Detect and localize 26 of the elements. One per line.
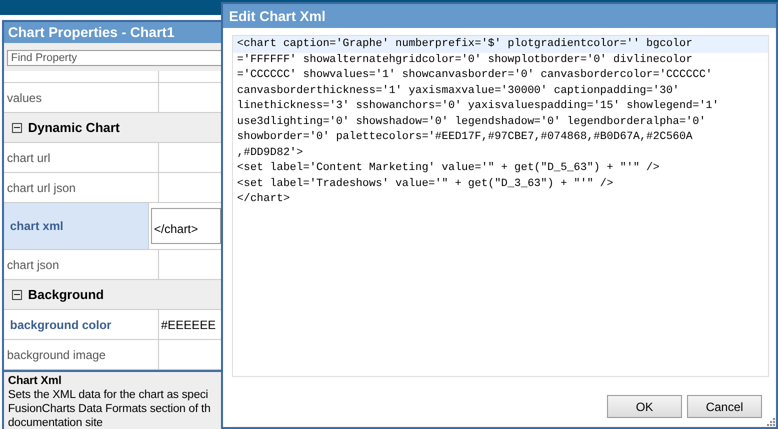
section-title: Background: [28, 286, 104, 304]
cancel-button[interactable]: Cancel: [687, 395, 762, 418]
property-value: #EEEEEE: [161, 316, 216, 334]
section-header[interactable]: Background: [4, 280, 221, 310]
property-name[interactable]: chart json: [4, 250, 159, 279]
search-field[interactable]: Find Property: [7, 50, 221, 66]
help-title: Chart Xml: [8, 374, 62, 388]
property-name[interactable]: values: [4, 83, 159, 112]
help-text: documentation site: [8, 416, 104, 429]
xml-editor[interactable]: <chart caption='Graphe' numberprefix='$' plotgradientcolor='' bgcolor ='FFFFFF' showalternatehgridcolor='0' showplotborder='0' divlinecolor ='CCCCCC' showvalues='1' showcanvasborder='0' canvasbordercolor='CCCCCC' canvasborderthickness='1' yaxismaxvalue='30000' captionpadding='30' linethickness='3' sshowanchors='0' yaxisvaluespadding='15' showlegend='1' use3dlighting='0' showshadow='0' legendshadow='0' legendborderalpha='0' showborder='0' palettecolors='#EED17F,#97CBE7,#074868,#B0D67A,#2C560A ,#DD9D82'> <set label='Content Marketing' value='" + get("D_5_63") + "'" /> <set label='Tradeshows' value='" + get("D_3_63") + "'" /> </chart>: [232, 35, 769, 377]
property-name[interactable]: chart xml: [4, 203, 149, 249]
value-editor[interactable]: </chart>: [151, 208, 221, 244]
collapse-icon[interactable]: [12, 290, 22, 300]
resize-grip-icon[interactable]: [767, 418, 775, 426]
property-name[interactable]: background color: [4, 310, 159, 339]
property-name[interactable]: chart url: [4, 143, 159, 172]
collapse-icon[interactable]: [12, 122, 22, 132]
help-text: FusionCharts Data Formats section of th: [8, 402, 212, 416]
panel-title: Chart Properties - Chart1: [4, 22, 221, 43]
property-name[interactable]: chart url json: [4, 173, 159, 202]
section-title: Dynamic Chart: [28, 118, 120, 137]
dialog-title: Edit Chart Xml: [223, 4, 776, 28]
property-name[interactable]: background image: [4, 340, 159, 369]
section-header[interactable]: Dynamic Chart: [4, 113, 221, 143]
ok-button[interactable]: OK: [607, 395, 682, 418]
help-text: Sets the XML data for the chart as speci: [8, 388, 210, 402]
